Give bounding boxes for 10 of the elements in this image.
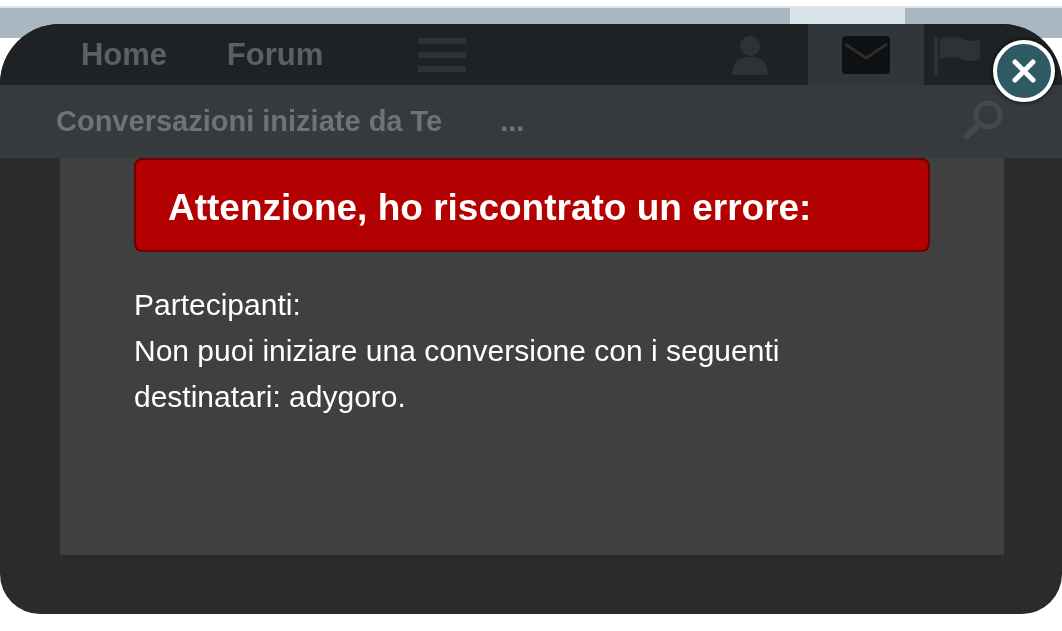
mail-icon [842, 35, 890, 74]
nav-tab[interactable]: Forum [188, 24, 362, 85]
more-link[interactable]: ... [500, 105, 525, 138]
search-icon[interactable] [962, 99, 1004, 141]
nav-tab[interactable] [808, 24, 924, 85]
page-title: Conversazioni iniziate da Te [56, 105, 443, 138]
nav-tab[interactable]: Home [60, 24, 188, 85]
error-message: Non puoi iniziare una conversione con i seguenti destinatari: adygoro. [134, 333, 781, 415]
error-banner: Attenzione, ho riscontrato un errore: [134, 158, 930, 252]
error-message: Partecipanti: [134, 287, 302, 323]
